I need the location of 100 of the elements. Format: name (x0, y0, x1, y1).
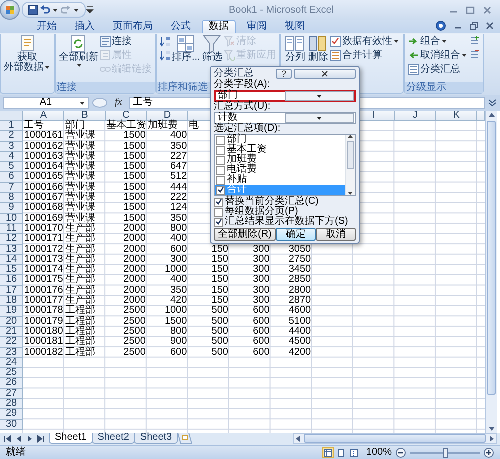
table-cell: 工程部 (65, 305, 96, 316)
table-cell: 300 (253, 284, 270, 296)
table-cell: 150 (212, 264, 228, 276)
table-cell: 124 (170, 202, 188, 214)
table-cell: 2500 (124, 326, 146, 337)
table-cell: 4400 (288, 326, 312, 337)
table-cell: 生产部 (65, 233, 96, 244)
table-cell: 800 (170, 222, 188, 234)
table-cell: 1000168 (24, 202, 64, 214)
table-cell: 营业课 (65, 182, 96, 193)
table-cell: 营业课 (65, 140, 96, 152)
table-cell: 3050 (288, 244, 312, 255)
table-cell: 部门 (65, 120, 86, 131)
table-cell: 1000164 (24, 161, 64, 172)
table-cell: 400 (170, 233, 188, 244)
table-cell: 1000169 (24, 212, 64, 224)
table-cell: 500 (212, 336, 228, 348)
table-cell: 600 (170, 244, 188, 255)
table-cell: 1000163 (24, 150, 64, 162)
table-cell: 600 (253, 346, 270, 358)
table-cell: 2000 (124, 233, 146, 244)
table-cell: 营业课 (65, 130, 96, 142)
field-label: 选定汇总项(D): (214, 124, 282, 134)
table-cell: 400 (170, 130, 188, 142)
table-cell: 工号 (24, 120, 44, 131)
table-cell: 2800 (288, 284, 312, 296)
table-cell: 营业课 (65, 150, 96, 162)
table-cell: 1000182 (24, 346, 64, 358)
table-cell: 2000 (124, 244, 146, 255)
table-cell: 2500 (124, 336, 146, 348)
table-cell: 800 (170, 326, 188, 337)
table-cell: 500 (212, 316, 228, 327)
group-label: 连接 (57, 82, 77, 93)
table-cell: 1000170 (24, 222, 64, 234)
table-cell: 2500 (124, 346, 146, 358)
table-cell: 2000 (124, 284, 146, 296)
table-cell: 1000171 (24, 233, 64, 244)
table-cell: 150 (212, 284, 228, 296)
table-cell: 营业课 (65, 202, 96, 214)
table-cell: 基本工资 (106, 120, 147, 131)
field-label: 分类字段(A): (214, 80, 272, 90)
table-cell: 1000181 (24, 336, 64, 348)
table-cell: 生产部 (65, 274, 96, 286)
table-cell: 1500 (124, 182, 146, 193)
table-cell: 1000172 (24, 244, 64, 255)
table-cell: 1000 (164, 305, 188, 316)
table-cell: 600 (253, 326, 270, 337)
status-text: 就绪 (6, 448, 27, 458)
table-cell: 350 (170, 140, 188, 152)
table-cell: 512 (170, 171, 188, 182)
table-cell: 3450 (288, 264, 312, 276)
table-cell: 1000167 (24, 192, 64, 204)
table-cell: 1000165 (24, 171, 64, 182)
table-cell: 300 (253, 264, 270, 276)
dialog-title: 分类汇总 (214, 69, 255, 79)
table-cell: 工程部 (65, 316, 96, 327)
table-cell: 1000175 (24, 274, 64, 286)
table-cell: 1500 (124, 161, 146, 172)
table-cell: 1500 (124, 130, 146, 142)
table-cell: 300 (253, 254, 270, 265)
table-cell: 营业课 (65, 171, 96, 182)
table-cell: 1000162 (24, 140, 64, 152)
table-cell: 1500 (124, 202, 146, 214)
table-cell: 1500 (124, 192, 146, 204)
table-cell: 150 (212, 254, 228, 265)
table-cell: 1500 (124, 140, 146, 152)
table-cell: 4500 (288, 336, 312, 348)
table-cell: 647 (170, 161, 188, 172)
table-cell: 420 (170, 295, 188, 306)
table-cell: 1000173 (24, 254, 64, 265)
table-cell: 加班费 (148, 120, 178, 131)
table-cell: 2500 (124, 305, 146, 316)
table-cell: 生产部 (65, 284, 96, 296)
table-cell: 2000 (124, 274, 146, 286)
field-label: 汇总方式(U): (214, 102, 272, 112)
table-cell: 1500 (124, 171, 146, 182)
table-cell: 2000 (124, 222, 146, 234)
table-cell: 工程部 (65, 336, 96, 348)
table-cell: 2870 (288, 295, 312, 306)
table-cell: 2000 (124, 264, 146, 276)
table-cell: 1000 (164, 264, 188, 276)
table-cell: 5100 (288, 316, 312, 327)
table-cell: 1500 (124, 212, 146, 224)
table-cell: 300 (170, 254, 188, 265)
table-cell: 900 (170, 336, 188, 348)
table-cell: 生产部 (65, 254, 96, 265)
table-cell: 600 (253, 316, 270, 327)
table-cell: 1000179 (24, 316, 64, 327)
table-cell: 400 (170, 274, 188, 286)
table-cell: 1000166 (24, 182, 64, 193)
table-cell: 444 (170, 182, 188, 193)
group-label: 分级显示 (406, 82, 446, 93)
table-cell: 1000180 (24, 326, 64, 337)
table-cell: 1000178 (24, 305, 64, 316)
table-cell: 150 (212, 244, 228, 255)
table-cell: 1000177 (24, 295, 64, 306)
table-cell: 500 (212, 346, 228, 358)
table-cell: 1000174 (24, 264, 64, 276)
table-cell: 600 (170, 346, 188, 358)
table-cell: 150 (212, 274, 228, 286)
